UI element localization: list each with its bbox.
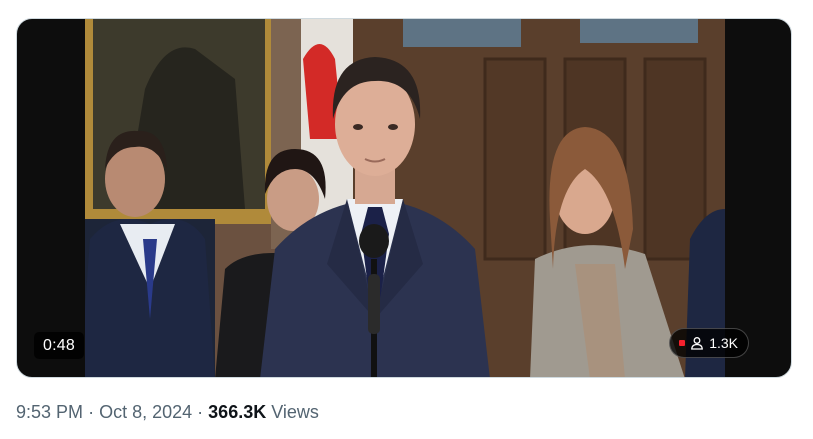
post-metadata: 9:53 PM · Oct 8, 2024 · 366.3K Views bbox=[16, 402, 319, 423]
live-dot-icon bbox=[679, 340, 686, 346]
viewer-count-badge[interactable]: 1.3K bbox=[669, 328, 749, 358]
video-player[interactable]: 0:48 1.3K bbox=[16, 18, 792, 378]
post-time[interactable]: 9:53 PM bbox=[16, 402, 83, 422]
video-still bbox=[85, 19, 725, 377]
viewer-count: 1.3K bbox=[709, 335, 738, 351]
meta-separator: · bbox=[88, 402, 95, 422]
views-count: 366.3K bbox=[208, 402, 267, 422]
person-icon bbox=[691, 337, 704, 350]
post-date[interactable]: Oct 8, 2024 bbox=[99, 402, 192, 422]
meta-separator: · bbox=[197, 402, 204, 422]
views-label: Views bbox=[271, 402, 319, 422]
video-duration-badge: 0:48 bbox=[34, 332, 84, 359]
video-frame[interactable] bbox=[85, 19, 725, 377]
